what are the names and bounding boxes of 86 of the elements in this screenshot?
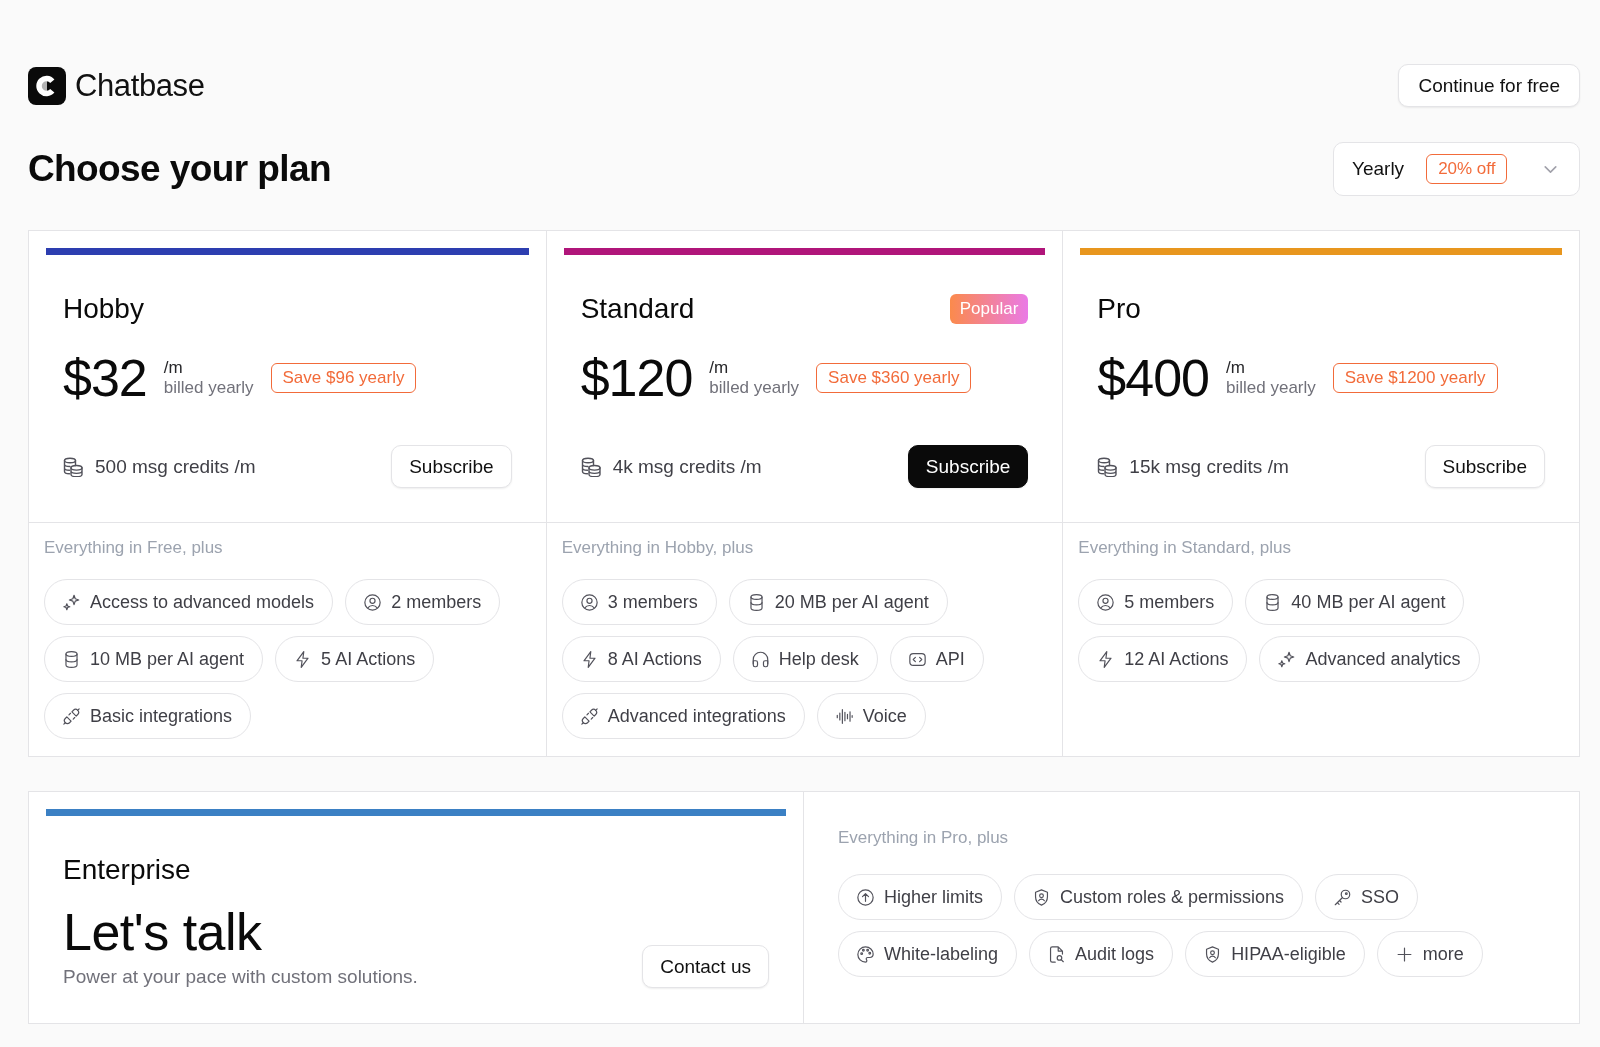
feature-label: Basic integrations: [90, 705, 233, 727]
brand-name: Chatbase: [75, 67, 205, 104]
credits-label: 4k msg credits /m: [612, 455, 762, 478]
feature-label: 5 AI Actions: [321, 648, 416, 670]
more-button[interactable]: more: [1376, 931, 1483, 977]
palette-icon: [857, 945, 874, 963]
sparkles-icon: [1278, 650, 1296, 668]
subscribe-button[interactable]: Subscribe: [907, 445, 1029, 488]
price-amount: $400: [1097, 352, 1209, 404]
sparkles-icon: [63, 593, 80, 611]
billing-note: billed yearly: [1226, 378, 1316, 398]
feature-label: 5 members: [1124, 591, 1215, 613]
subscribe-button[interactable]: Subscribe: [391, 445, 512, 488]
headphones-icon: [751, 650, 769, 668]
feature-label: 10 MB per AI agent: [90, 648, 245, 670]
popular-badge: Popular: [949, 294, 1029, 324]
feature-label: Voice: [862, 705, 907, 727]
billing-note: billed yearly: [163, 378, 254, 398]
feature-label: White-labeling: [884, 943, 999, 965]
price-period: /m: [163, 358, 184, 378]
features-heading: Everything in Pro, plus: [838, 827, 1010, 849]
feature-label: 20 MB per AI agent: [774, 591, 929, 613]
lightning-icon: [1097, 650, 1115, 668]
features-heading: Everything in Free, plus: [44, 537, 224, 559]
feature-label: Help desk: [778, 648, 859, 670]
savings-badge: Save $96 yearly: [270, 363, 417, 393]
price-amount: $120: [580, 352, 693, 404]
plan-name: Pro: [1097, 293, 1141, 325]
credits-label: 500 msg credits /m: [95, 455, 256, 478]
arrow-up-circle-icon: [857, 888, 874, 906]
lightning-icon: [580, 650, 598, 668]
coins-icon: [1097, 456, 1118, 477]
feature-label: API: [935, 648, 965, 670]
waveform-icon: [835, 707, 853, 725]
feature-label: Access to advanced models: [90, 591, 315, 613]
feature-label: 3 members: [607, 591, 698, 613]
plug-icon: [63, 707, 80, 725]
plus-icon: [1395, 945, 1413, 963]
plan-name: Standard: [580, 293, 695, 325]
plug-icon: [580, 707, 598, 725]
feature-label: SSO: [1361, 886, 1400, 908]
shield-user-icon: [1033, 888, 1051, 906]
user-circle-icon: [580, 593, 598, 611]
feature-label: HIPAA-eligible: [1231, 943, 1346, 965]
plan-name: Enterprise: [63, 853, 191, 887]
feature-label: Advanced analytics: [1305, 648, 1461, 670]
feature-label: 2 members: [391, 591, 482, 613]
database-icon: [63, 650, 80, 668]
subscribe-button[interactable]: Subscribe: [1424, 445, 1545, 488]
billing-note: billed yearly: [709, 378, 800, 398]
feature-label: Custom roles & permissions: [1060, 886, 1285, 908]
feature-label: 8 AI Actions: [607, 648, 702, 670]
database-icon: [747, 593, 765, 611]
file-search-icon: [1048, 945, 1066, 963]
features-heading: Everything in Hobby, plus: [561, 537, 755, 559]
code-badge-icon: [908, 650, 926, 668]
plan-name: Hobby: [63, 293, 144, 325]
billing-period-select[interactable]: Yearly 20% off: [1333, 142, 1580, 196]
feature-label: 40 MB per AI agent: [1291, 591, 1446, 613]
discount-badge: 20% off: [1426, 154, 1508, 184]
price-amount: $32: [63, 352, 147, 404]
credits-label: 15k msg credits /m: [1129, 455, 1289, 478]
user-circle-icon: [1097, 593, 1115, 611]
lightning-icon: [294, 650, 312, 668]
chevron-down-icon: [1544, 165, 1557, 173]
coins-icon: [63, 456, 83, 477]
savings-badge: Save $1200 yearly: [1332, 363, 1498, 393]
features-heading: Everything in Standard, plus: [1078, 537, 1292, 559]
feature-label: Higher limits: [884, 886, 984, 908]
savings-badge: Save $360 yearly: [816, 363, 972, 393]
coins-icon: [580, 456, 601, 477]
price-period: /m: [1226, 358, 1246, 378]
user-circle-icon: [364, 593, 382, 611]
database-icon: [1264, 593, 1282, 611]
plan-description: Power at your pace with custom solutions.: [63, 966, 418, 988]
feature-label: 12 AI Actions: [1124, 648, 1229, 670]
price-period: /m: [709, 358, 730, 378]
key-icon: [1334, 888, 1352, 906]
shield-user-icon: [1204, 945, 1222, 963]
price-text: Let's talk: [63, 906, 262, 958]
feature-label: Audit logs: [1075, 943, 1155, 965]
contact-button[interactable]: Contact us: [642, 945, 769, 988]
continue-button[interactable]: Continue for free: [1398, 64, 1580, 107]
page-title: Choose your plan: [28, 148, 331, 190]
logo-icon: [28, 66, 66, 105]
feature-label: Advanced integrations: [607, 705, 786, 727]
